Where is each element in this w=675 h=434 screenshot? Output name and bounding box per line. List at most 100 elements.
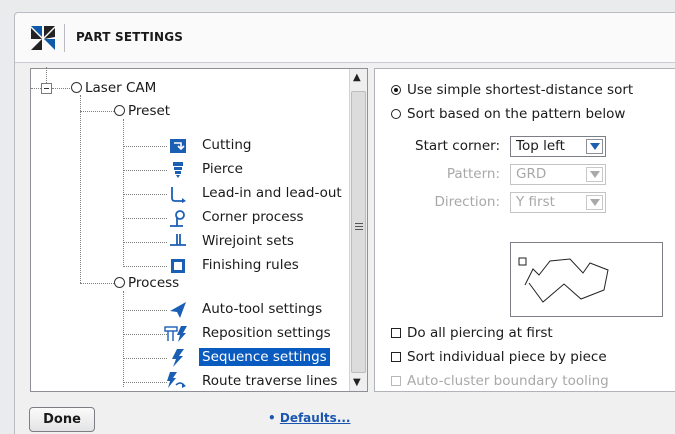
settings-tree[interactable]: Laser CAM Preset Cutting Pierce Lead-in … (30, 67, 368, 392)
start-corner-select[interactable]: Top left (510, 136, 606, 157)
pierce-icon (173, 162, 183, 178)
node-circle-icon (114, 277, 125, 288)
checkbox-icon[interactable] (391, 352, 401, 362)
tree-item-lead-in-out[interactable]: Lead-in and lead-out (202, 185, 342, 201)
dropdown-arrow-icon (586, 167, 603, 182)
defaults-link-wrapper: • Defaults... (268, 411, 351, 425)
node-circle-icon (71, 82, 82, 93)
wirejoint-icon (170, 234, 186, 246)
pattern-label: Pattern: (446, 166, 500, 182)
tree-item-label: Auto-tool settings (202, 301, 323, 317)
dropdown-arrow-icon[interactable] (586, 139, 603, 154)
direction-select: Y first (510, 192, 606, 213)
tree-item-label: Lead-in and lead-out (202, 185, 342, 201)
tree-connector (80, 95, 81, 283)
part-settings-panel: PART SETTINGS Laser CAM Preset Cutting P… (14, 12, 675, 434)
scroll-down-icon[interactable]: ▼ (353, 377, 361, 388)
tree-item-label: Wirejoint sets (202, 233, 294, 249)
checkbox-icon (391, 376, 401, 386)
tree-item-corner-process[interactable]: Corner process (202, 209, 304, 225)
tree-item-label: Reposition settings (202, 325, 331, 341)
grip-icon (355, 223, 363, 232)
pinwheel-logo-icon (31, 26, 55, 50)
tree-item-pierce[interactable]: Pierce (202, 161, 243, 177)
tree-item-label: Corner process (202, 209, 304, 225)
tree-connector (123, 334, 167, 335)
checkbox-label: Sort individual piece by piece (407, 349, 607, 365)
page-title: PART SETTINGS (76, 30, 184, 44)
tree-item-label: Sequence settings (199, 348, 330, 366)
tree-item-wirejoint[interactable]: Wirejoint sets (202, 233, 294, 249)
start-corner-value: Top left (516, 138, 565, 154)
tree-scrollbar[interactable]: ▲ ▼ (349, 69, 367, 391)
checkbox-label: Do all piercing at first (407, 325, 553, 341)
direction-label: Direction: (434, 194, 500, 210)
checkbox-auto-cluster: Auto-cluster boundary tooling (391, 373, 609, 389)
scrollbar-thumb[interactable] (351, 91, 366, 373)
tree-item-auto-tool[interactable]: Auto-tool settings (202, 301, 322, 317)
panel-header: PART SETTINGS (15, 13, 675, 63)
tree-root-laser-cam[interactable]: Laser CAM (71, 80, 156, 96)
finishing-rules-icon (171, 259, 185, 273)
tree-connector (52, 88, 70, 89)
tree-connector (80, 111, 114, 112)
pattern-value: GRD (516, 166, 547, 182)
radio-label: Sort based on the pattern below (407, 106, 626, 122)
tree-group-label: Process (128, 275, 180, 291)
tree-connector (123, 310, 167, 311)
start-corner-label: Start corner: (415, 138, 500, 154)
tree-item-cutting[interactable]: Cutting (202, 137, 251, 153)
bullet: • (268, 411, 276, 425)
checkbox-icon[interactable] (391, 328, 401, 338)
sequence-icon (172, 349, 184, 367)
tree-item-label: Route traverse lines (202, 373, 338, 389)
tree-group-label: Preset (128, 103, 171, 119)
lead-in-out-icon (171, 187, 186, 203)
tree-item-sequence[interactable]: Sequence settings (199, 348, 330, 366)
tree-item-label: Cutting (202, 137, 252, 153)
radio-label: Use simple shortest-distance sort (407, 82, 634, 98)
checkbox-label: Auto-cluster boundary tooling (407, 373, 609, 389)
tree-connector (123, 218, 167, 219)
tree-group-process[interactable]: Process (114, 275, 179, 291)
radio-selected-icon[interactable] (391, 85, 401, 95)
tree-connector (123, 194, 167, 195)
radio-shortest-distance[interactable]: Use simple shortest-distance sort (391, 82, 633, 98)
scroll-up-icon[interactable]: ▲ (353, 72, 361, 83)
checkbox-pierce-first[interactable]: Do all piercing at first (391, 325, 553, 341)
tree-item-finishing-rules[interactable]: Finishing rules (202, 257, 299, 273)
tree-connector (31, 88, 41, 89)
tree-connector (123, 382, 167, 383)
dropdown-arrow-icon (586, 195, 603, 210)
radio-pattern-sort[interactable]: Sort based on the pattern below (391, 106, 625, 122)
tree-item-reposition[interactable]: Reposition settings (202, 325, 331, 341)
corner-process-icon (170, 210, 185, 227)
pattern-preview (510, 242, 663, 317)
tree-connector (123, 358, 167, 359)
cutting-icon (170, 139, 186, 153)
done-button[interactable]: Done (29, 407, 95, 432)
tree-item-label: Finishing rules (202, 257, 299, 273)
tree-connector (123, 119, 124, 265)
route-traverse-icon (167, 372, 186, 388)
direction-value: Y first (516, 194, 555, 210)
auto-tool-icon (170, 302, 186, 318)
reposition-icon (164, 326, 187, 342)
collapse-minus-icon[interactable] (41, 83, 52, 94)
tree-root-label: Laser CAM (85, 80, 157, 96)
checkbox-piece-by-piece[interactable]: Sort individual piece by piece (391, 349, 607, 365)
sequence-settings-panel: Use simple shortest-distance sort Sort b… (374, 68, 675, 392)
tree-item-label: Pierce (202, 161, 243, 177)
tree-connector (123, 146, 167, 147)
header-divider (64, 24, 65, 52)
node-circle-icon (114, 105, 125, 116)
tree-connector (123, 242, 167, 243)
tree-group-preset[interactable]: Preset (114, 103, 170, 119)
pattern-select: GRD (510, 164, 606, 185)
tree-item-route-traverse[interactable]: Route traverse lines (202, 373, 337, 389)
tree-connector (123, 170, 167, 171)
radio-unselected-icon[interactable] (391, 109, 401, 119)
tree-connector (123, 291, 124, 387)
defaults-link[interactable]: Defaults... (280, 411, 351, 425)
tree-connector (80, 283, 114, 284)
